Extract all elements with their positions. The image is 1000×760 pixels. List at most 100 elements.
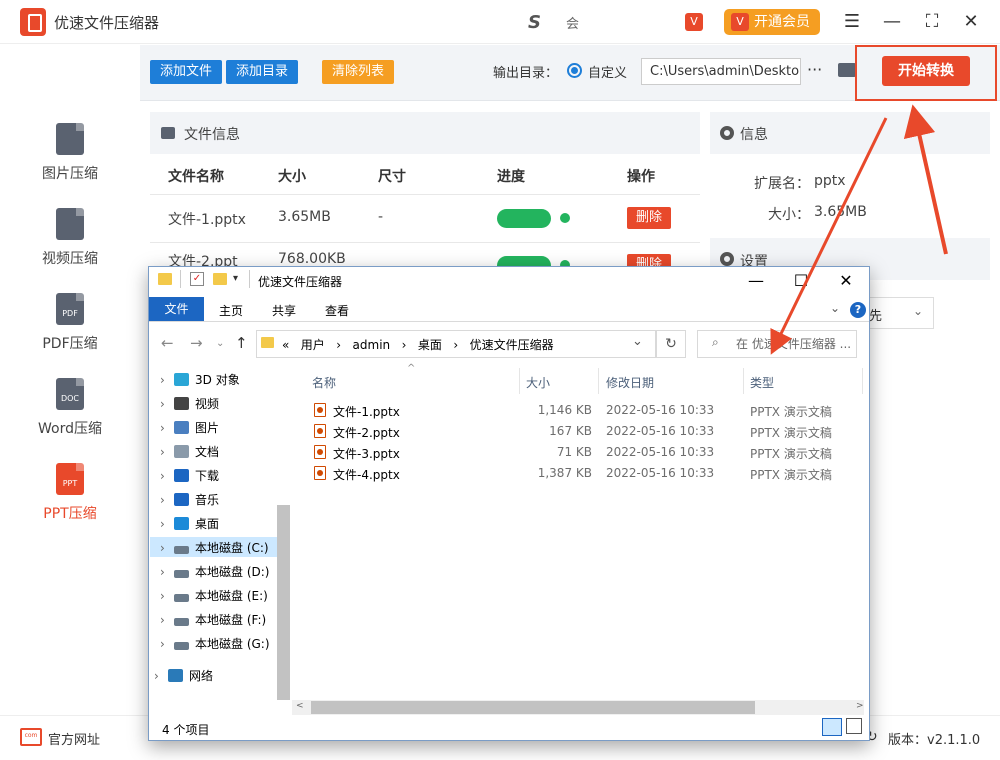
breadcrumb-separator: › bbox=[336, 338, 342, 352]
clear-list-button[interactable]: 清除列表 bbox=[322, 60, 394, 84]
image-file-icon bbox=[56, 123, 84, 155]
breadcrumb-item[interactable]: 优速文件压缩器 bbox=[470, 338, 554, 352]
tree-label: 文档 bbox=[195, 445, 220, 459]
sidebar-item-ppt[interactable]: PPT PPT压缩 bbox=[0, 463, 140, 543]
column-size[interactable]: 大小 bbox=[526, 374, 550, 391]
output-dir-label: 输出目录： bbox=[493, 66, 559, 81]
doc-file-icon: DOC bbox=[56, 378, 84, 410]
app-logo-icon bbox=[20, 8, 46, 36]
sidebar-item-pdf[interactable]: PDF PDF压缩 bbox=[0, 293, 140, 373]
output-path-field[interactable]: C:\Users\admin\Deskto bbox=[641, 58, 801, 85]
tree-item-documents[interactable]: › 文档 bbox=[160, 443, 219, 460]
start-convert-button[interactable]: 开始转换 bbox=[882, 56, 970, 86]
vip-badge-icon: V bbox=[685, 13, 703, 31]
custom-radio-label[interactable]: 自定义 bbox=[588, 62, 627, 81]
add-dir-button[interactable]: 添加目录 bbox=[226, 60, 298, 84]
tiles-view-icon[interactable] bbox=[846, 718, 862, 734]
desktop-icon bbox=[174, 517, 189, 530]
user-name[interactable]: 会 bbox=[566, 13, 579, 32]
pptx-file-icon bbox=[314, 403, 326, 417]
sidebar-item-word[interactable]: DOC Word压缩 bbox=[0, 378, 140, 458]
tab-file[interactable]: 文件 bbox=[149, 297, 204, 321]
details-view-icon[interactable] bbox=[822, 718, 842, 736]
file-list-name[interactable]: 文件-1.pptx bbox=[333, 403, 400, 420]
menu-icon[interactable]: ☰ bbox=[840, 10, 864, 34]
search-input[interactable]: 在 优速文件压缩器 ... bbox=[697, 330, 857, 358]
info-title: 信息 bbox=[740, 127, 768, 143]
custom-radio[interactable] bbox=[567, 63, 582, 78]
settings-select[interactable]: 先 ⌄ bbox=[860, 297, 934, 329]
column-name[interactable]: 名称 bbox=[312, 374, 336, 391]
tree-item-drive-c[interactable]: › 本地磁盘 (C:) bbox=[160, 539, 269, 556]
help-icon[interactable]: ? bbox=[850, 302, 866, 318]
add-file-button[interactable]: 添加文件 bbox=[150, 60, 222, 84]
file-list-date: 2022-05-16 10:33 bbox=[606, 403, 715, 417]
refresh-icon[interactable]: ↻ bbox=[656, 330, 686, 358]
tree-scrollbar[interactable] bbox=[277, 505, 290, 700]
breadcrumb-overflow[interactable]: « bbox=[282, 338, 289, 352]
delete-button[interactable]: 删除 bbox=[627, 207, 671, 229]
file-list-date: 2022-05-16 10:33 bbox=[606, 466, 715, 480]
file-name: 文件-1.pptx bbox=[168, 212, 246, 228]
size-value: 3.65MB bbox=[814, 204, 867, 220]
tree-item-3d-objects[interactable]: › 3D 对象 bbox=[160, 371, 240, 388]
maximize-icon[interactable]: ☐ bbox=[778, 267, 824, 295]
tab-home[interactable]: 主页 bbox=[219, 302, 243, 319]
tree-item-downloads[interactable]: › 下载 bbox=[160, 467, 219, 484]
music-icon bbox=[174, 493, 189, 506]
scroll-thumb[interactable] bbox=[311, 701, 755, 714]
tab-share[interactable]: 共享 bbox=[272, 302, 296, 319]
scroll-left-icon[interactable]: < bbox=[296, 701, 304, 711]
video-file-icon bbox=[56, 208, 84, 240]
sidebar-item-video[interactable]: 视频压缩 bbox=[0, 208, 140, 288]
recent-dropdown-icon[interactable]: ⌄ bbox=[216, 338, 224, 349]
minimize-icon[interactable]: — bbox=[733, 267, 779, 295]
column-type[interactable]: 类型 bbox=[750, 374, 774, 391]
tree-item-videos[interactable]: › 视频 bbox=[160, 395, 219, 412]
scroll-right-icon[interactable]: > bbox=[856, 701, 864, 711]
breadcrumb-item[interactable]: 桌面 bbox=[418, 338, 442, 352]
back-arrow-icon[interactable]: ← bbox=[161, 334, 174, 352]
drive-icon bbox=[174, 594, 189, 602]
quick-access-dropdown-icon[interactable]: ▾ bbox=[233, 273, 238, 284]
tab-view[interactable]: 查看 bbox=[325, 302, 349, 319]
chevron-down-icon: ⌄ bbox=[912, 304, 923, 318]
properties-icon[interactable]: ✓ bbox=[190, 272, 204, 286]
close-icon[interactable]: ✕ bbox=[959, 10, 983, 34]
open-folder-icon[interactable] bbox=[838, 63, 856, 77]
more-options-button[interactable]: ··· bbox=[807, 60, 822, 79]
pdf-file-icon: PDF bbox=[56, 293, 84, 325]
tree-label: 图片 bbox=[195, 421, 220, 435]
file-list-name[interactable]: 文件-3.pptx bbox=[333, 445, 400, 462]
tree-item-drive-f[interactable]: › 本地磁盘 (F:) bbox=[160, 611, 266, 628]
close-icon[interactable]: ✕ bbox=[823, 267, 869, 295]
ppt-file-icon: PPT bbox=[56, 463, 84, 495]
address-dropdown-icon[interactable]: ⌄ bbox=[632, 334, 643, 349]
forward-arrow-icon[interactable]: → bbox=[190, 334, 203, 352]
breadcrumb-item[interactable]: admin bbox=[353, 338, 391, 352]
tree-item-pictures[interactable]: › 图片 bbox=[160, 419, 219, 436]
file-list-name[interactable]: 文件-2.pptx bbox=[333, 424, 400, 441]
network-icon bbox=[168, 669, 183, 682]
breadcrumb-item[interactable]: 用户 bbox=[301, 338, 325, 352]
file-list-size: 71 KB bbox=[556, 445, 592, 459]
minimize-icon[interactable]: — bbox=[880, 10, 904, 34]
tree-item-desktop[interactable]: › 桌面 bbox=[160, 515, 219, 532]
new-folder-icon[interactable] bbox=[213, 273, 227, 285]
tree-item-music[interactable]: › 音乐 bbox=[160, 491, 219, 508]
maximize-icon[interactable]: ⛶ bbox=[920, 10, 944, 34]
tree-item-drive-d[interactable]: › 本地磁盘 (D:) bbox=[160, 563, 269, 580]
file-list-name[interactable]: 文件-4.pptx bbox=[333, 466, 400, 483]
column-date[interactable]: 修改日期 bbox=[606, 374, 654, 391]
website-link[interactable]: 官方网址 bbox=[48, 729, 100, 748]
up-arrow-icon[interactable]: ↑ bbox=[235, 334, 248, 352]
chevron-down-icon[interactable]: ⌄ bbox=[830, 301, 840, 315]
sidebar-item-image[interactable]: 图片压缩 bbox=[0, 123, 140, 203]
tree-item-network[interactable]: › 网络 bbox=[154, 667, 213, 684]
tree-label: 本地磁盘 (G:) bbox=[195, 637, 270, 651]
app-title: 优速文件压缩器 bbox=[54, 14, 160, 32]
tree-item-drive-e[interactable]: › 本地磁盘 (E:) bbox=[160, 587, 268, 604]
tree-item-drive-g[interactable]: › 本地磁盘 (G:) bbox=[160, 635, 270, 652]
sidebar: 图片压缩 视频压缩 PDF PDF压缩 DOC Word压缩 PPT PPT压缩 bbox=[0, 45, 140, 715]
file-list-type: PPTX 演示文稿 bbox=[750, 447, 832, 461]
